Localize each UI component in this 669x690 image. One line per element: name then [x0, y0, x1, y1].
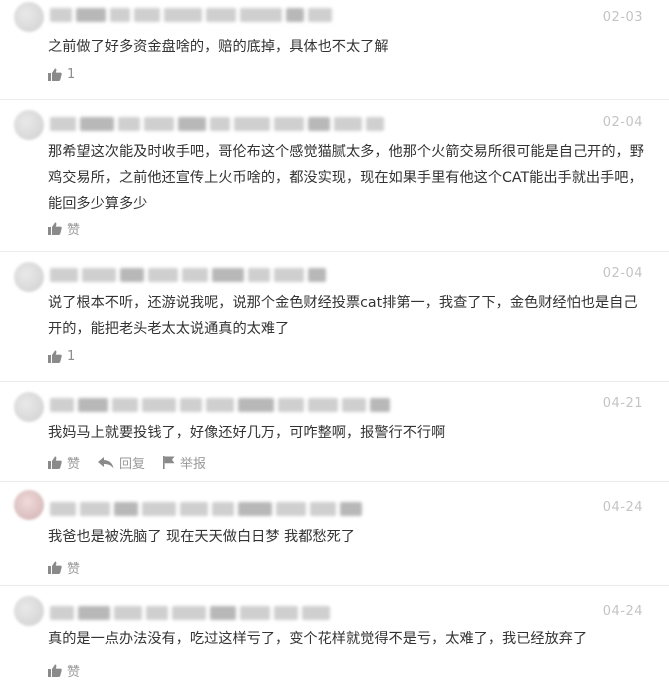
comment-text: 说了根本不听，还游说我呢，说那个金色财经投票cat排第一，我查了下，金色财经怕也… [48, 295, 638, 337]
reply-arrow-icon [98, 456, 114, 469]
comment-item: 02-04 说了根本不听，还游说我呢，说那个金色财经投票cat排第一，我查了下，… [0, 252, 669, 382]
thumbs-up-icon [48, 68, 62, 81]
comment-text: 我爸也是被洗脑了 现在天天做白日梦 我都愁死了 [48, 529, 355, 545]
avatar[interactable] [14, 262, 44, 292]
comment-date: 02-04 [602, 266, 643, 281]
avatar[interactable] [14, 490, 44, 520]
avatar[interactable] [14, 392, 44, 422]
comment-date: 02-04 [602, 115, 643, 130]
thumbs-up-icon [48, 561, 62, 574]
comment-actions: 赞 [48, 219, 80, 238]
comment-item: 02-04 那希望这次能及时收手吧，哥伦布这个感觉猫腻太多，他那个火箭交易所很可… [0, 100, 669, 252]
like-label: 赞 [67, 223, 81, 238]
comment-actions: 赞 [48, 661, 80, 680]
like-label: 赞 [67, 562, 81, 577]
username-blurred[interactable] [50, 398, 390, 412]
comment-actions: 赞 回复 举报 [48, 453, 206, 472]
username-blurred[interactable] [50, 268, 326, 282]
comment-text: 之前做了好多资金盘啥的，赔的底掉，具体也不太了解 [48, 39, 389, 55]
report-label: 举报 [180, 457, 207, 472]
like-count: 1 [67, 67, 76, 82]
thumbs-up-icon [48, 456, 62, 469]
username-blurred[interactable] [50, 502, 362, 516]
comment-text: 我妈马上就要投钱了，好像还好几万，可咋整啊，报警行不行啊 [48, 425, 446, 441]
reply-button[interactable]: 回复 [98, 453, 145, 472]
like-count: 1 [67, 349, 76, 364]
like-button[interactable]: 赞 [48, 453, 80, 472]
like-button[interactable]: 赞 [48, 661, 80, 680]
comment-list: 02-03 之前做了好多资金盘啥的，赔的底掉，具体也不太了解 1 02-04 那… [0, 0, 669, 690]
comment-item: 04-24 我爸也是被洗脑了 现在天天做白日梦 我都愁死了 赞 [0, 482, 669, 586]
avatar[interactable] [14, 2, 44, 32]
thumbs-up-icon [48, 350, 62, 363]
comment-actions: 1 [48, 67, 75, 82]
report-button[interactable]: 举报 [163, 453, 206, 472]
comment-text: 真的是一点办法没有，吃过这样亏了，变个花样就觉得不是亏，太难了，我已经放弃了 [48, 631, 588, 647]
like-button[interactable]: 赞 [48, 558, 80, 577]
thumbs-up-icon [48, 664, 62, 677]
comment-actions: 1 [48, 349, 75, 364]
avatar[interactable] [14, 110, 44, 140]
avatar[interactable] [14, 596, 44, 626]
like-button[interactable]: 1 [48, 349, 75, 364]
comment-text: 那希望这次能及时收手吧，哥伦布这个感觉猫腻太多，他那个火箭交易所很可能是自己开的… [48, 144, 644, 212]
comment-date: 04-24 [602, 604, 643, 619]
comment-item: 04-21 我妈马上就要投钱了，好像还好几万，可咋整啊，报警行不行啊 赞 回复 … [0, 382, 669, 482]
like-label: 赞 [67, 665, 81, 680]
comment-item: 02-03 之前做了好多资金盘啥的，赔的底掉，具体也不太了解 1 [0, 0, 669, 100]
comment-date: 02-03 [602, 10, 643, 25]
reply-label: 回复 [119, 457, 146, 472]
comment-actions: 赞 [48, 558, 80, 577]
username-blurred[interactable] [50, 606, 330, 620]
like-button[interactable]: 赞 [48, 219, 80, 238]
comment-date: 04-21 [602, 396, 643, 411]
comment-item: 04-24 真的是一点办法没有，吃过这样亏了，变个花样就觉得不是亏，太难了，我已… [0, 586, 669, 690]
like-button[interactable]: 1 [48, 67, 75, 82]
thumbs-up-icon [48, 222, 62, 235]
username-blurred[interactable] [50, 117, 384, 131]
comment-date: 04-24 [602, 500, 643, 515]
flag-icon [163, 456, 175, 469]
username-blurred[interactable] [50, 8, 332, 22]
like-label: 赞 [67, 457, 81, 472]
